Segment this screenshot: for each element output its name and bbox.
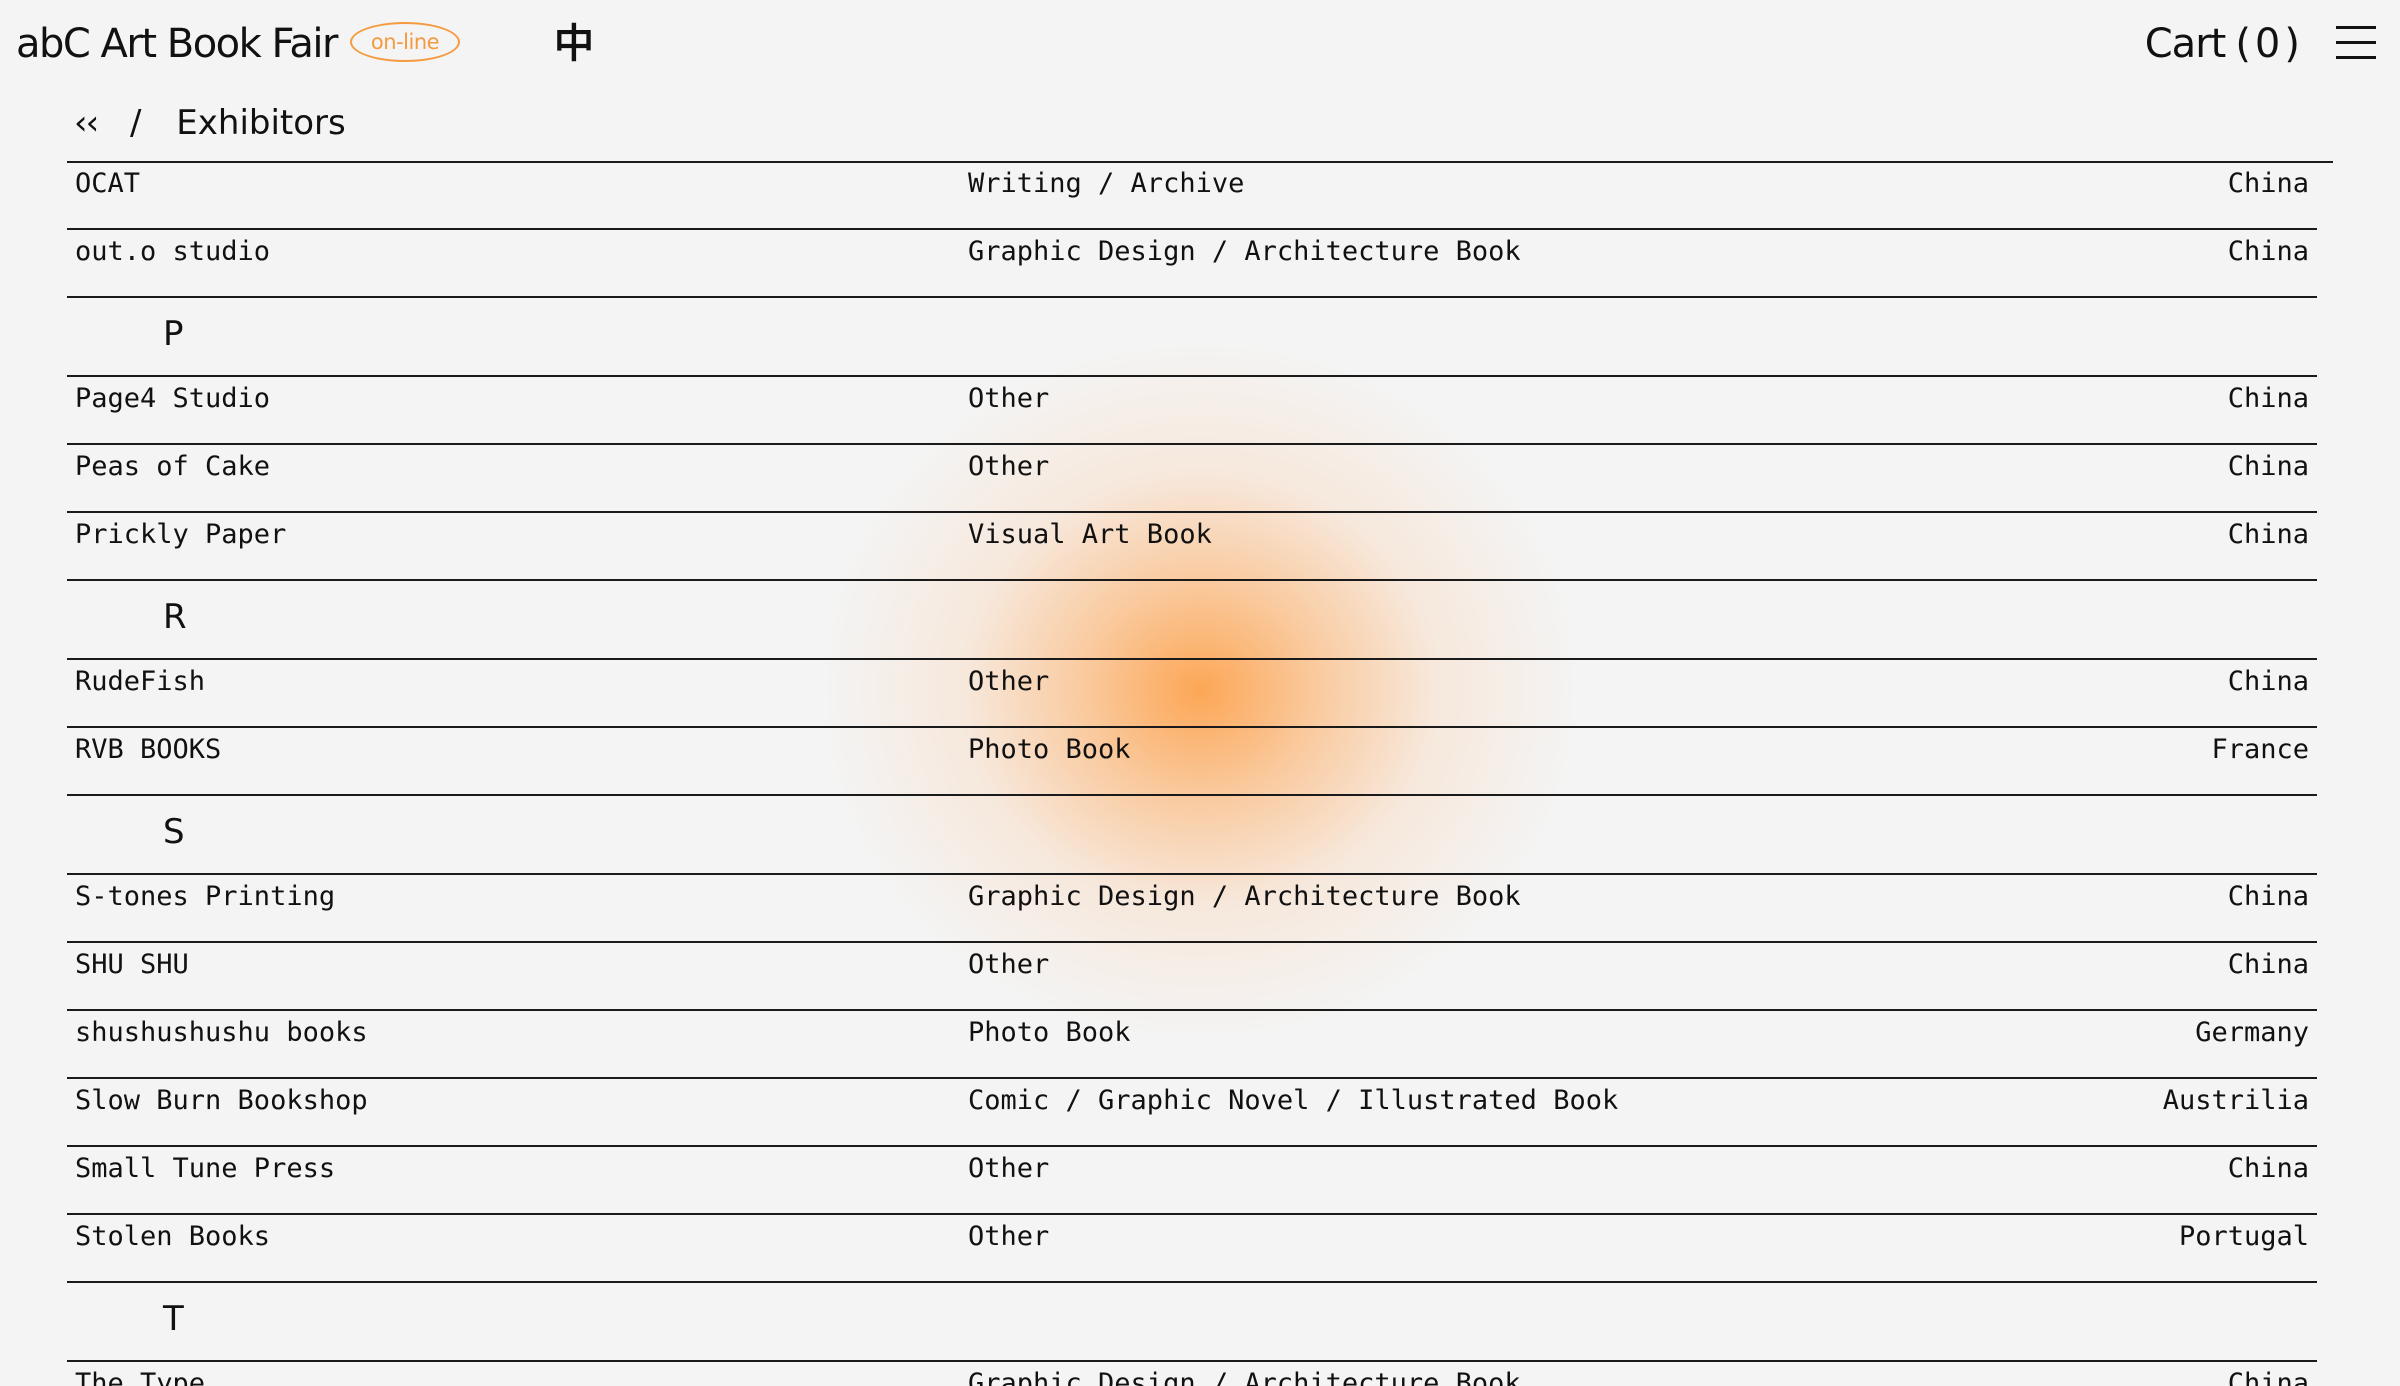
section-letter: T bbox=[163, 1299, 184, 1339]
exhibitor-country: France bbox=[2211, 734, 2309, 765]
cart-count: (0) bbox=[2235, 21, 2304, 67]
exhibitor-row[interactable]: RudeFish Other China bbox=[67, 660, 2317, 728]
exhibitor-row[interactable]: Slow Burn Bookshop Comic / Graphic Novel … bbox=[67, 1079, 2317, 1147]
exhibitor-name: The Type bbox=[75, 1368, 206, 1386]
exhibitor-row[interactable]: OCAT Writing / Archive China bbox=[67, 162, 2317, 230]
exhibitor-category: Other bbox=[968, 1221, 1050, 1252]
language-switch-button[interactable]: 中 bbox=[554, 18, 594, 70]
exhibitor-country: China bbox=[2227, 236, 2309, 267]
exhibitor-list: OCAT Writing / Archive China out.o studio Gr… bbox=[67, 162, 2317, 1386]
exhibitor-row[interactable]: RVB BOOKS Photo Book France bbox=[67, 728, 2317, 796]
exhibitor-name: RVB BOOKS bbox=[75, 734, 222, 765]
exhibitor-name: Small Tune Press bbox=[75, 1153, 336, 1184]
exhibitor-row[interactable]: Peas of Cake Other China bbox=[67, 445, 2317, 513]
exhibitor-row[interactable]: Prickly Paper Visual Art Book China bbox=[67, 513, 2317, 581]
exhibitor-category: Other bbox=[968, 383, 1050, 414]
site-header: abC Art Book Fair on-line 中 Cart (0) bbox=[0, 0, 2400, 92]
exhibitor-country: Portugal bbox=[2178, 1221, 2309, 1252]
section-letter-header: R bbox=[67, 581, 2317, 660]
section-letter: R bbox=[163, 597, 187, 637]
exhibitor-category: Other bbox=[968, 451, 1050, 482]
exhibitor-name: SHU SHU bbox=[75, 949, 189, 980]
exhibitor-category: Photo Book bbox=[968, 1017, 1131, 1048]
hamburger-menu-icon[interactable] bbox=[2336, 26, 2376, 60]
cart-label: Cart bbox=[2144, 21, 2227, 67]
exhibitor-country: China bbox=[2227, 383, 2309, 414]
page: abC Art Book Fair on-line 中 Cart (0) ‹‹ /… bbox=[0, 0, 2400, 1386]
list-top-divider bbox=[67, 161, 2333, 163]
exhibitor-country: China bbox=[2227, 949, 2309, 980]
exhibitor-category: Other bbox=[968, 1153, 1050, 1184]
exhibitor-country: China bbox=[2227, 451, 2309, 482]
exhibitor-name: OCAT bbox=[75, 168, 141, 199]
exhibitor-category: Writing / Archive bbox=[968, 168, 1245, 199]
exhibitor-country: Austrilia bbox=[2162, 1085, 2309, 1116]
section-letter-header: S bbox=[67, 796, 2317, 875]
breadcrumb-separator: / bbox=[130, 103, 142, 143]
exhibitor-category: Graphic Design / Architecture Book bbox=[968, 1368, 1521, 1386]
exhibitor-country: China bbox=[2227, 1368, 2309, 1386]
exhibitor-name: out.o studio bbox=[75, 236, 271, 267]
exhibitor-row[interactable]: Stolen Books Other Portugal bbox=[67, 1215, 2317, 1283]
breadcrumb: ‹‹ / Exhibitors bbox=[74, 98, 346, 148]
exhibitor-category: Photo Book bbox=[968, 734, 1131, 765]
exhibitor-category: Graphic Design / Architecture Book bbox=[968, 236, 1521, 267]
back-link[interactable]: ‹‹ bbox=[74, 98, 99, 148]
exhibitor-category: Graphic Design / Architecture Book bbox=[968, 881, 1521, 912]
section-letter-header: T bbox=[67, 1283, 2317, 1362]
exhibitor-country: China bbox=[2227, 881, 2309, 912]
exhibitor-category: Comic / Graphic Novel / Illustrated Book bbox=[968, 1085, 1619, 1116]
exhibitor-row[interactable]: out.o studio Graphic Design / Architectur… bbox=[67, 230, 2317, 298]
exhibitor-name: RudeFish bbox=[75, 666, 206, 697]
exhibitor-name: Peas of Cake bbox=[75, 451, 271, 482]
exhibitor-category: Visual Art Book bbox=[968, 519, 1212, 550]
exhibitor-name: S-tones Printing bbox=[75, 881, 336, 912]
exhibitor-name: shushushushu books bbox=[75, 1017, 368, 1048]
breadcrumb-current: Exhibitors bbox=[176, 103, 346, 143]
site-logo[interactable]: abC Art Book Fair bbox=[16, 14, 338, 74]
exhibitor-name: Stolen Books bbox=[75, 1221, 271, 1252]
exhibitor-country: China bbox=[2227, 519, 2309, 550]
online-badge: on-line bbox=[350, 22, 460, 62]
exhibitor-country: Germany bbox=[2195, 1017, 2309, 1048]
cart-button[interactable]: Cart (0) bbox=[2145, 16, 2304, 72]
exhibitor-category: Other bbox=[968, 666, 1050, 697]
exhibitor-country: China bbox=[2227, 168, 2309, 199]
exhibitor-row[interactable]: SHU SHU Other China bbox=[67, 943, 2317, 1011]
exhibitor-category: Other bbox=[968, 949, 1050, 980]
section-letter: S bbox=[163, 812, 185, 852]
exhibitor-row[interactable]: Small Tune Press Other China bbox=[67, 1147, 2317, 1215]
exhibitor-country: China bbox=[2227, 666, 2309, 697]
exhibitor-row[interactable]: shushushushu books Photo Book Germany bbox=[67, 1011, 2317, 1079]
exhibitor-name: Page4 Studio bbox=[75, 383, 271, 414]
exhibitor-name: Prickly Paper bbox=[75, 519, 287, 550]
exhibitor-country: China bbox=[2227, 1153, 2309, 1184]
exhibitor-row[interactable]: Page4 Studio Other China bbox=[67, 377, 2317, 445]
section-letter: P bbox=[163, 314, 184, 354]
exhibitor-name: Slow Burn Bookshop bbox=[75, 1085, 368, 1116]
section-letter-header: P bbox=[67, 298, 2317, 377]
exhibitor-row[interactable]: The Type Graphic Design / Architecture Bo… bbox=[67, 1362, 2317, 1386]
exhibitor-row[interactable]: S-tones Printing Graphic Design / Archite… bbox=[67, 875, 2317, 943]
